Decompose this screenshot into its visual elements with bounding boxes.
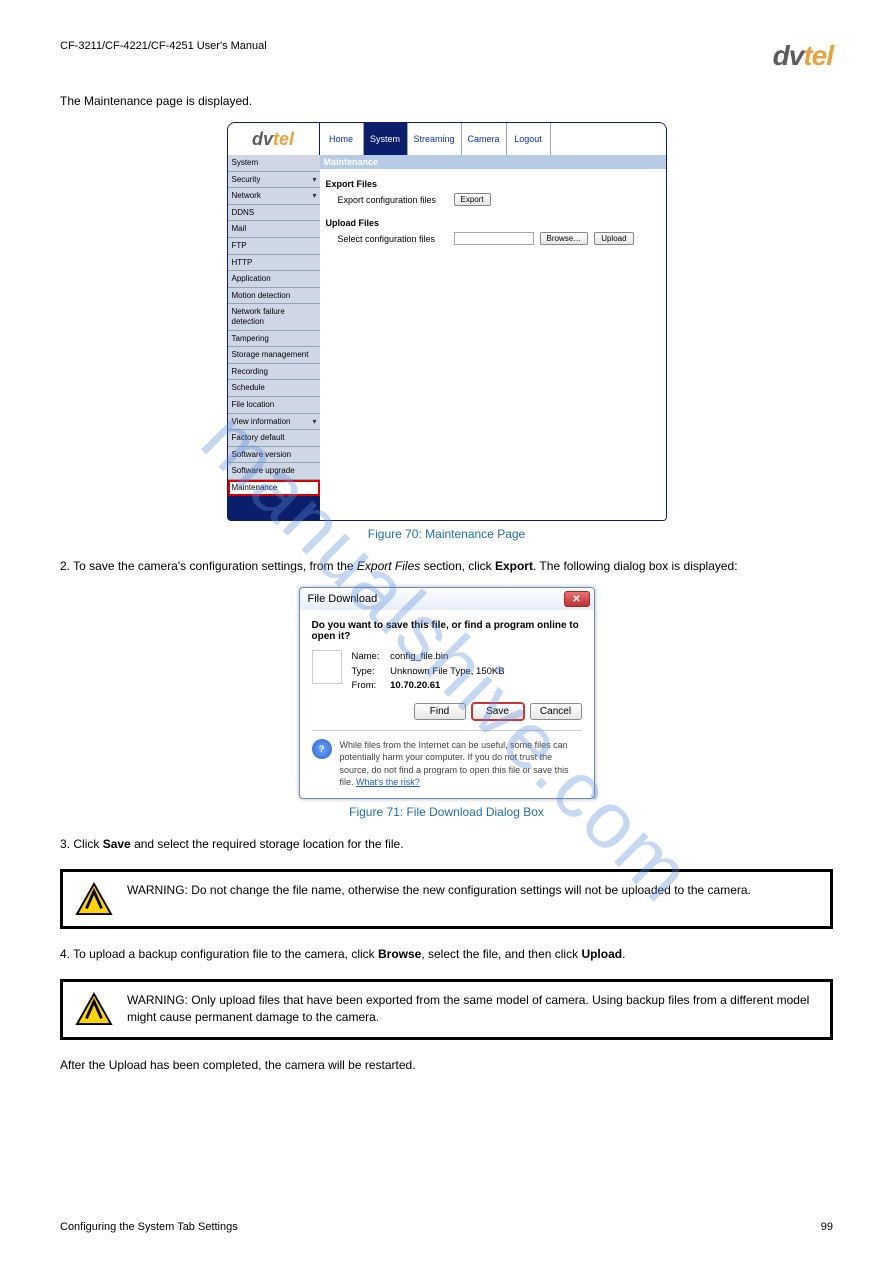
warning-box-2: WARNING: Only upload files that have bee… — [60, 979, 833, 1040]
sidebar-item-ddns[interactable]: DDNS — [228, 205, 320, 222]
after-upload-text: After the Upload has been completed, the… — [60, 1056, 833, 1074]
warning-2-text: WARNING: Only upload files that have bee… — [127, 992, 818, 1027]
dvtel-logo: dvtel — [773, 40, 833, 72]
save-button[interactable]: Save — [472, 703, 524, 720]
upload-heading: Upload Files — [326, 218, 660, 228]
browse-button[interactable]: Browse… — [540, 232, 589, 245]
sidebar-item-swupgrade[interactable]: Software upgrade — [228, 463, 320, 480]
sidebar-item-ftp[interactable]: FTP — [228, 238, 320, 255]
figure-71-caption: Figure 71: File Download Dialog Box — [60, 805, 833, 819]
file-meta: Name: config_file.bin Type: Unknown File… — [352, 650, 505, 693]
warning-box-1: WARNING: Do not change the file name, ot… — [60, 869, 833, 929]
step-2: 2. To save the camera's configuration se… — [60, 557, 833, 575]
cancel-button[interactable]: Cancel — [530, 703, 582, 720]
sidebar-item-system[interactable]: System — [228, 155, 320, 172]
tab-home[interactable]: Home — [320, 123, 364, 155]
sidebar-item-network[interactable]: Network — [228, 188, 320, 205]
tab-camera[interactable]: Camera — [462, 123, 507, 155]
sidebar-item-security[interactable]: Security — [228, 172, 320, 189]
tab-streaming[interactable]: Streaming — [408, 123, 462, 155]
warning-icon — [75, 992, 113, 1026]
main-panel: Maintenance Export Files Export configur… — [320, 155, 666, 520]
footer-left: Configuring the System Tab Settings — [60, 1221, 238, 1233]
doc-title: CF-3211/CF-4221/CF-4251 User's Manual — [60, 40, 267, 52]
warning-1-text: WARNING: Do not change the file name, ot… — [127, 882, 818, 899]
dialog-title: File Download — [308, 593, 378, 605]
export-button[interactable]: Export — [454, 193, 491, 206]
main-section-title: Maintenance — [320, 155, 666, 169]
export-row-label: Export configuration files — [338, 195, 448, 205]
sidebar-item-http[interactable]: HTTP — [228, 255, 320, 272]
warning-icon — [75, 882, 113, 916]
upload-row-label: Select configuration files — [338, 234, 448, 244]
sidebar-item-schedule[interactable]: Schedule — [228, 380, 320, 397]
sidebar-item-fileloc[interactable]: File location — [228, 397, 320, 414]
file-download-dialog: File Download ✕ Do you want to save this… — [299, 587, 595, 798]
shield-icon: ? — [312, 739, 332, 759]
sidebar-item-motion[interactable]: Motion detection — [228, 288, 320, 305]
step-3: 3. Click Save and select the required st… — [60, 835, 833, 853]
tab-spacer — [551, 123, 666, 155]
whats-the-risk-link[interactable]: What's the risk? — [356, 777, 420, 787]
cam-logo: dvtel — [228, 123, 320, 155]
intro-text: The Maintenance page is displayed. — [60, 92, 833, 110]
upload-file-input[interactable] — [454, 232, 534, 245]
sidebar-item-maintenance[interactable]: Maintenance — [228, 480, 320, 497]
export-heading: Export Files — [326, 179, 660, 189]
tab-logout[interactable]: Logout — [507, 123, 551, 155]
find-button[interactable]: Find — [414, 703, 466, 720]
sidebar-item-storage[interactable]: Storage management — [228, 347, 320, 364]
file-icon — [312, 650, 342, 684]
step-4: 4. To upload a backup configuration file… — [60, 945, 833, 963]
sidebar-item-swversion[interactable]: Software version — [228, 447, 320, 464]
dialog-question: Do you want to save this file, or find a… — [312, 620, 582, 642]
logo-dv: dv — [773, 40, 804, 71]
sidebar-item-tampering[interactable]: Tampering — [228, 331, 320, 348]
upload-button[interactable]: Upload — [594, 232, 633, 245]
logo-tel: tel — [803, 40, 833, 71]
sidebar-item-recording[interactable]: Recording — [228, 364, 320, 381]
sidebar-item-application[interactable]: Application — [228, 271, 320, 288]
sidebar-item-viewinfo[interactable]: View information — [228, 414, 320, 431]
tab-system[interactable]: System — [364, 123, 408, 155]
sidebar-item-factory[interactable]: Factory default — [228, 430, 320, 447]
figure-70-caption: Figure 70: Maintenance Page — [60, 527, 833, 541]
sidebar-item-mail[interactable]: Mail — [228, 221, 320, 238]
close-icon[interactable]: ✕ — [564, 591, 590, 607]
sidebar-item-netfail[interactable]: Network failure detection — [228, 304, 320, 330]
security-warning-text: While files from the Internet can be use… — [340, 739, 582, 788]
sidebar: System Security Network DDNS Mail FTP HT… — [228, 155, 320, 520]
footer-page-number: 99 — [821, 1221, 833, 1233]
maintenance-page-screenshot: dvtel Home System Streaming Camera Logou… — [227, 122, 667, 521]
